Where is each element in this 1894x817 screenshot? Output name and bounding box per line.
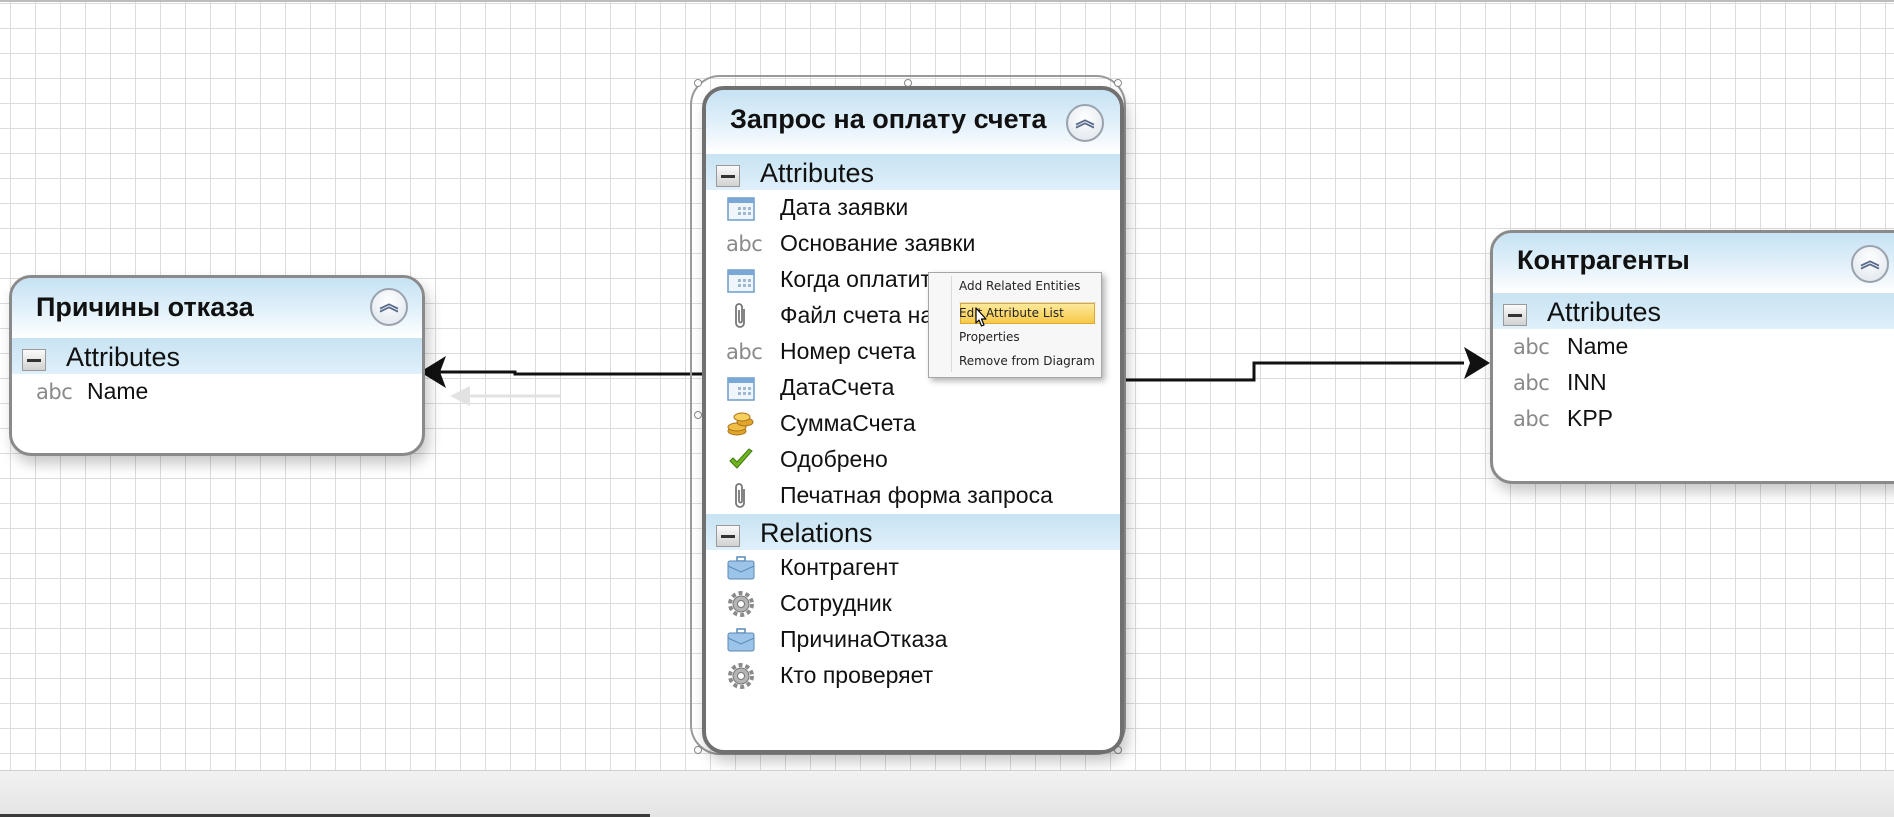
text-field-icon: abc bbox=[1513, 335, 1550, 359]
attributes-section-header[interactable]: Attributes bbox=[1493, 293, 1894, 329]
resize-handle[interactable] bbox=[694, 79, 702, 87]
attribute-label: Дата заявки bbox=[780, 194, 909, 220]
resize-handle[interactable] bbox=[694, 411, 702, 419]
section-title: Attributes bbox=[760, 158, 875, 188]
collapse-icon[interactable]: ︽ bbox=[1851, 245, 1889, 283]
section-title: Attributes bbox=[1547, 297, 1662, 327]
entity-card-kontragenty[interactable]: Контрагенты ︽ Attributes abc Name abc IN… bbox=[1490, 230, 1894, 484]
section-title: Relations bbox=[760, 518, 873, 548]
collapse-section-icon[interactable] bbox=[22, 349, 46, 371]
collapse-icon[interactable]: ︽ bbox=[1066, 104, 1104, 142]
entity-header[interactable]: Причины отказа ︽ bbox=[12, 278, 422, 338]
resize-handle[interactable] bbox=[1114, 79, 1122, 87]
attribute-label: Печатная форма запроса bbox=[780, 482, 1053, 508]
arrowhead-left-ghost bbox=[450, 386, 470, 406]
section-title: Attributes bbox=[66, 342, 181, 372]
text-field-icon: abc bbox=[36, 380, 73, 404]
relation-label: Кто проверяет bbox=[780, 662, 934, 688]
collapse-section-icon[interactable] bbox=[716, 525, 740, 547]
entity-title: Запрос на оплату счета bbox=[730, 104, 1047, 134]
checkmark-icon bbox=[726, 446, 756, 474]
coins-icon bbox=[726, 410, 756, 438]
attribute-row[interactable]: abc Основание заявки bbox=[706, 226, 1120, 262]
menu-item-remove-from-diagram[interactable]: Remove from Diagram bbox=[959, 354, 1095, 368]
attribute-label: ДатаСчета bbox=[780, 374, 895, 400]
briefcase-icon bbox=[726, 554, 756, 582]
paperclip-icon bbox=[726, 482, 756, 510]
relation-row[interactable]: Контрагент bbox=[706, 550, 1120, 586]
attribute-label: Основание заявки bbox=[780, 230, 976, 256]
attribute-row[interactable]: СуммаСчета bbox=[706, 406, 1120, 442]
relation-link-left bbox=[440, 370, 702, 376]
calendar-icon bbox=[726, 194, 756, 222]
relation-row[interactable]: ПричинаОтказа bbox=[706, 622, 1120, 658]
relation-row[interactable]: Кто проверяет bbox=[706, 658, 1120, 694]
attribute-label: СуммаСчета bbox=[780, 410, 916, 436]
mouse-cursor-icon bbox=[975, 307, 987, 327]
relation-label: ПричинаОтказа bbox=[780, 626, 948, 652]
attribute-label: Файл счета на bbox=[780, 302, 934, 328]
relation-link-right bbox=[1100, 361, 1464, 382]
resize-handle[interactable] bbox=[694, 746, 702, 754]
attribute-row[interactable]: abc Name bbox=[12, 374, 422, 410]
attribute-row[interactable]: abc KPP bbox=[1493, 401, 1894, 437]
text-field-icon: abc bbox=[1513, 407, 1550, 431]
entity-header[interactable]: Контрагенты ︽ bbox=[1493, 233, 1894, 293]
relation-label: Контрагент bbox=[780, 554, 899, 580]
collapse-section-icon[interactable] bbox=[716, 165, 740, 187]
context-menu[interactable]: Add Related Entities Edit Attribute List… bbox=[928, 272, 1102, 378]
attribute-row[interactable]: abc Name bbox=[1493, 329, 1894, 365]
menu-gutter bbox=[951, 276, 952, 372]
text-field-icon: abc bbox=[1513, 371, 1550, 395]
relation-label: Сотрудник bbox=[780, 590, 892, 616]
status-strip bbox=[0, 770, 1894, 817]
briefcase-icon bbox=[726, 626, 756, 654]
attribute-label: Номер счета bbox=[780, 338, 916, 364]
calendar-icon bbox=[726, 266, 756, 294]
relation-row[interactable]: Сотрудник bbox=[706, 586, 1120, 622]
attribute-label: INN bbox=[1567, 369, 1607, 395]
menu-item-add-related-entities[interactable]: Add Related Entities bbox=[959, 279, 1080, 293]
collapse-icon[interactable]: ︽ bbox=[370, 288, 408, 326]
text-field-icon: abc bbox=[726, 340, 763, 364]
attribute-row[interactable]: abc INN bbox=[1493, 365, 1894, 401]
entity-card-prichiny-otkaza[interactable]: Причины отказа ︽ Attributes abc Name bbox=[9, 275, 425, 456]
entity-title: Причины отказа bbox=[36, 292, 254, 322]
entity-title: Контрагенты bbox=[1517, 245, 1690, 275]
attribute-label: Name bbox=[87, 378, 149, 404]
attribute-label: Когда оплатить bbox=[780, 266, 943, 292]
attribute-label: Name bbox=[1567, 333, 1629, 359]
arrowhead-right bbox=[1464, 347, 1490, 379]
menu-item-properties[interactable]: Properties bbox=[959, 330, 1020, 344]
collapse-section-icon[interactable] bbox=[1503, 304, 1527, 326]
attribute-row[interactable]: Печатная форма запроса bbox=[706, 478, 1120, 514]
entity-header[interactable]: Запрос на оплату счета ︽ bbox=[706, 90, 1120, 154]
attributes-section-header[interactable]: Attributes bbox=[12, 338, 422, 374]
relations-section-header[interactable]: Relations bbox=[706, 514, 1120, 550]
attribute-label: Одобрено bbox=[780, 446, 888, 472]
attribute-row[interactable]: Одобрено bbox=[706, 442, 1120, 478]
attribute-row[interactable]: Дата заявки bbox=[706, 190, 1120, 226]
entity-card-zapros-na-oplatu[interactable]: Запрос на оплату счета ︽ Attributes Дата… bbox=[702, 86, 1124, 754]
calendar-icon bbox=[726, 374, 756, 402]
text-field-icon: abc bbox=[726, 232, 763, 256]
attribute-label: KPP bbox=[1567, 405, 1614, 431]
attributes-section-header[interactable]: Attributes bbox=[706, 154, 1120, 190]
gear-icon bbox=[726, 662, 756, 690]
paperclip-icon bbox=[726, 302, 756, 330]
gear-icon bbox=[726, 590, 756, 618]
